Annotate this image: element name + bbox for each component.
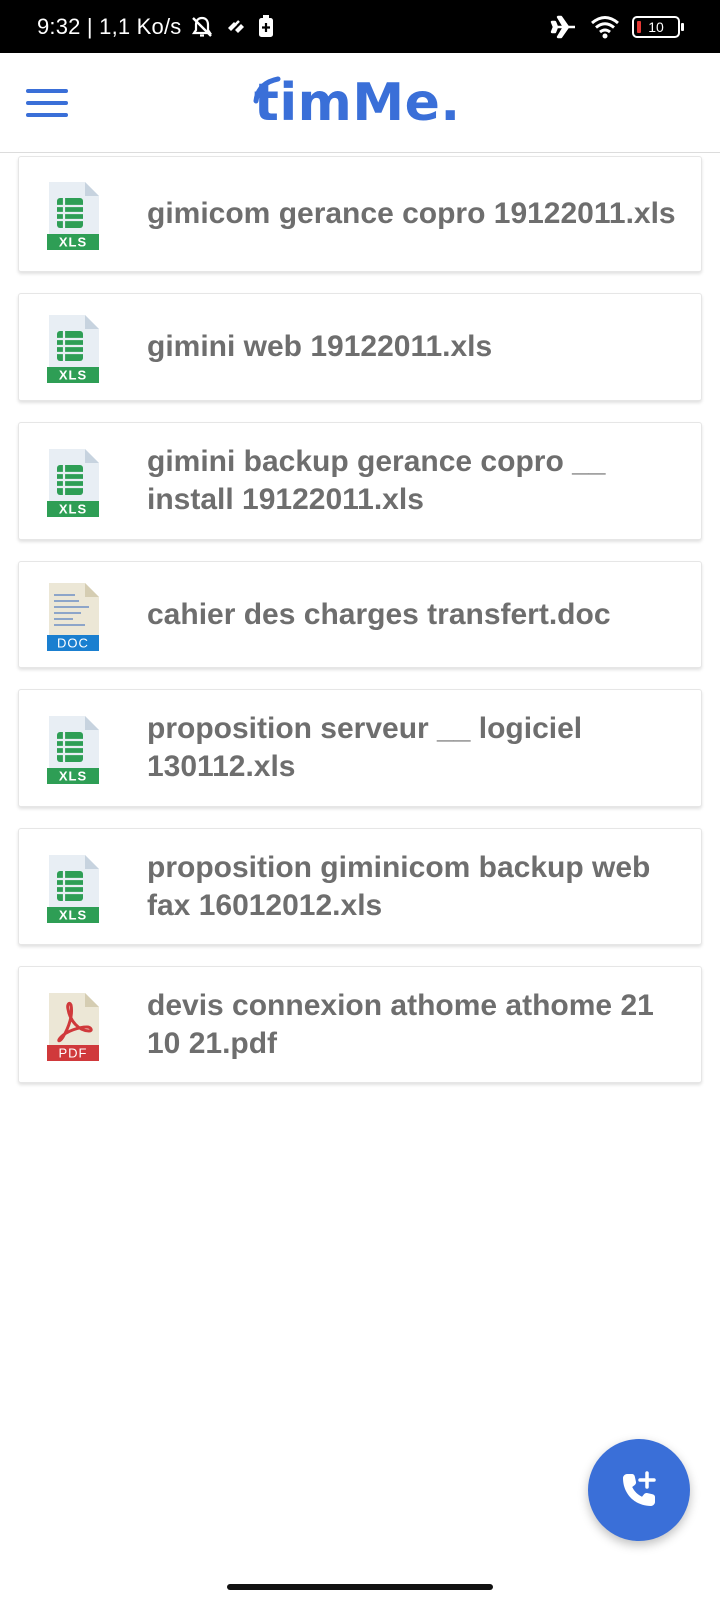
airplane-icon <box>550 14 578 40</box>
file-list-item[interactable]: XLSXLSproposition serveur __ logiciel 13… <box>18 689 702 807</box>
svg-text:XLS: XLS <box>59 235 87 250</box>
status-bar-right: 10 <box>550 0 684 53</box>
xls-file-icon: XLS <box>45 714 101 784</box>
logo-signal-icon <box>253 76 281 104</box>
battery-level: 10 <box>648 18 664 35</box>
battery-icon: 10 <box>632 15 684 38</box>
svg-text:DOC: DOC <box>57 636 89 651</box>
hamburger-menu-icon[interactable] <box>26 89 68 119</box>
file-name: proposition giminicom backup web fax 160… <box>147 851 651 922</box>
file-list-item[interactable]: XLSXLSproposition giminicom backup web f… <box>18 828 702 945</box>
add-call-icon <box>623 1471 656 1506</box>
xls-file-icon: XLS <box>45 313 101 383</box>
logo-text: timMe. <box>254 73 461 133</box>
add-call-button[interactable] <box>588 1439 690 1541</box>
status-bar-left: 9:32 | 1,1 Ko/s <box>37 0 275 53</box>
file-list-item[interactable]: XLSXLSgimini backup gerance copro __ ins… <box>18 422 702 540</box>
svg-text:XLS: XLS <box>59 769 87 784</box>
status-time-speed: 9:32 | 1,1 Ko/s <box>37 13 182 39</box>
xls-file-icon: XLS <box>45 180 101 250</box>
wifi-icon <box>590 15 620 39</box>
do-not-disturb-icon <box>189 14 215 40</box>
file-name: devis connexion athome athome 21 10 21.p… <box>147 989 654 1060</box>
file-name: gimini backup gerance copro __ install 1… <box>147 445 606 516</box>
file-name: proposition serveur __ logiciel 130112.x… <box>147 712 583 783</box>
xls-file-icon: XLS <box>45 853 101 923</box>
file-list-item[interactable]: DOCDOCcahier des charges transfert.doc <box>18 561 702 668</box>
link-icon <box>223 14 249 40</box>
file-list-item[interactable]: XLSXLSgimini web 19122011.xls <box>18 293 702 401</box>
file-name: gimini web 19122011.xls <box>147 330 493 363</box>
app-logo: timMe. <box>253 73 461 133</box>
status-bar: 9:32 | 1,1 Ko/s 10 <box>0 0 720 53</box>
file-name: cahier des charges transfert.doc <box>147 598 611 631</box>
doc-file-icon: DOC <box>45 581 101 651</box>
file-list-item[interactable]: PDFPDFdevis connexion athome athome 21 1… <box>18 966 702 1083</box>
svg-text:XLS: XLS <box>59 502 87 517</box>
app-bar: timMe. <box>0 53 720 153</box>
svg-text:XLS: XLS <box>59 908 87 923</box>
gesture-bar[interactable] <box>227 1584 493 1590</box>
sim-icon <box>257 14 275 39</box>
pdf-file-icon: PDF <box>45 991 101 1061</box>
svg-text:XLS: XLS <box>59 368 87 383</box>
xls-file-icon: XLS <box>45 447 101 517</box>
svg-text:PDF: PDF <box>59 1046 88 1061</box>
file-list-item[interactable]: XLSXLSgimicom gerance copro 19122011.xls <box>18 156 702 272</box>
file-name: gimicom gerance copro 19122011.xls <box>147 197 676 230</box>
